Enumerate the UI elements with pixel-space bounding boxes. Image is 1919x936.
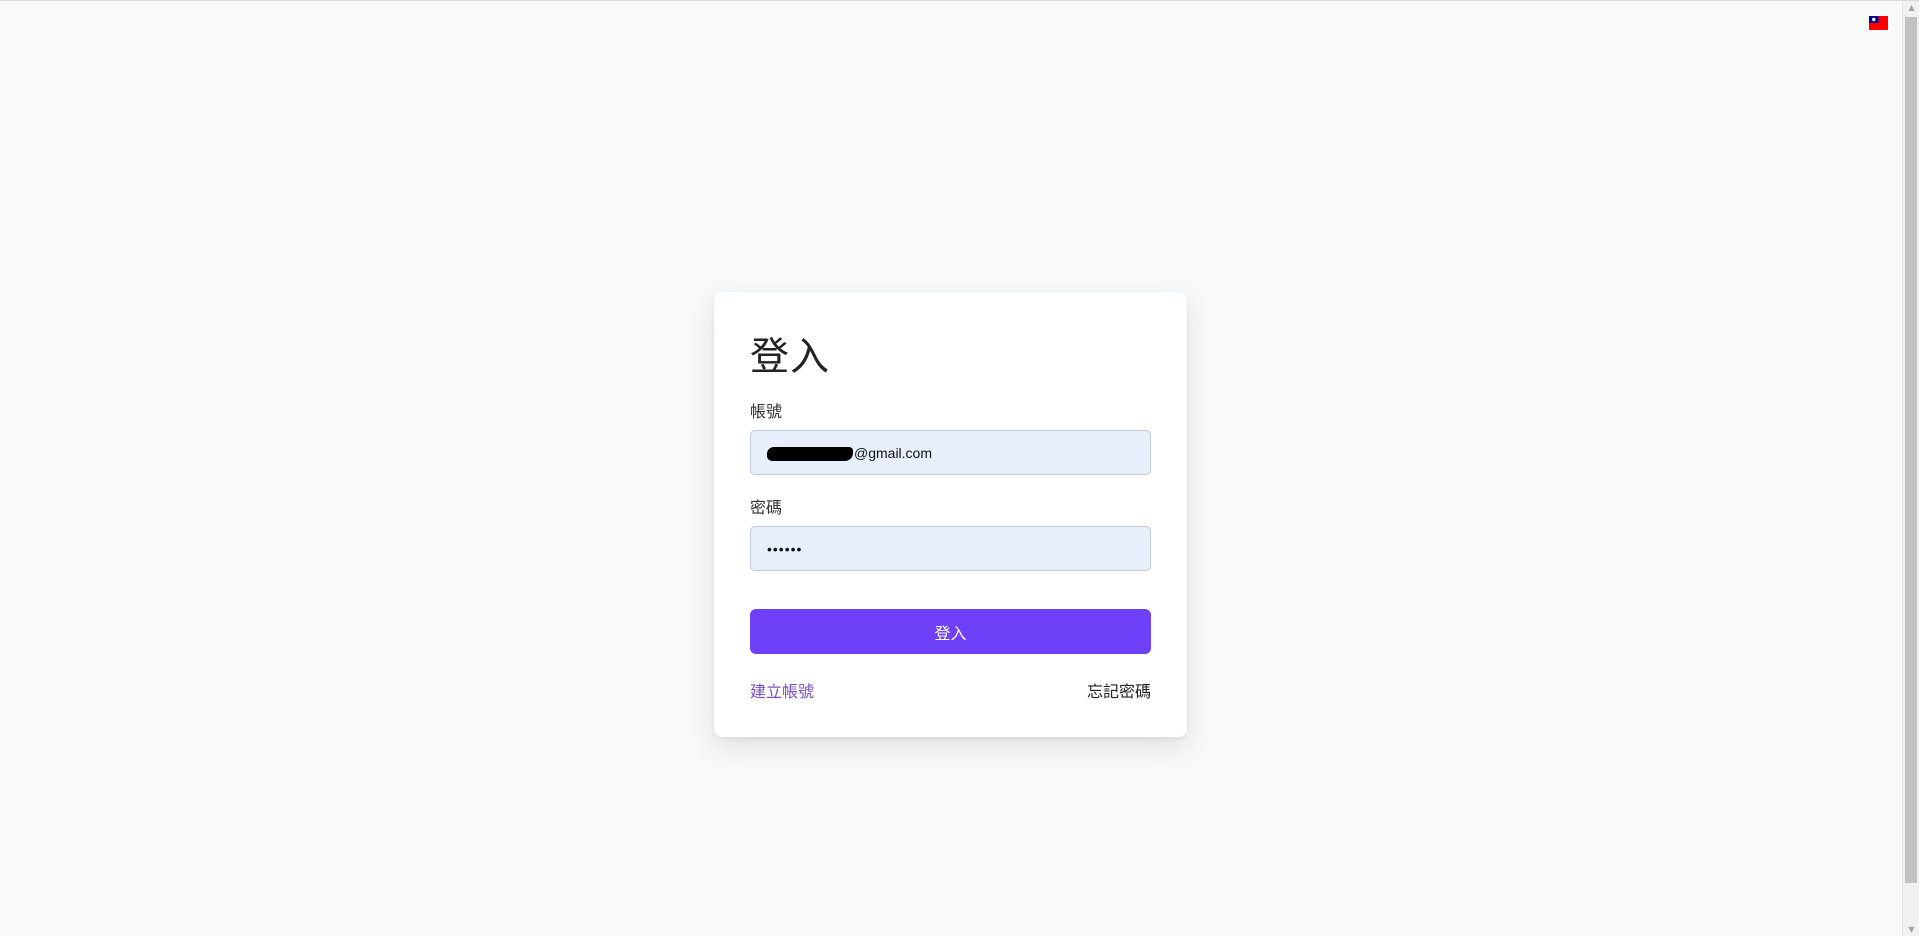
- password-label: 密碼: [750, 498, 783, 517]
- password-input-value: ••••••: [767, 540, 803, 557]
- login-page: 登入 帳號 @gmail.com 密碼 •••••• 登入 建立帳號 忘記密碼 …: [0, 0, 1919, 936]
- vertical-scrollbar[interactable]: ▲ ▼: [1902, 1, 1919, 936]
- account-label: 帳號: [750, 402, 783, 421]
- login-card: 登入 帳號 @gmail.com 密碼 •••••• 登入 建立帳號 忘記密碼: [714, 292, 1187, 737]
- forgot-password-link[interactable]: 忘記密碼: [1087, 678, 1151, 702]
- account-input-value: @gmail.com: [854, 444, 933, 461]
- language-flag-button[interactable]: [1869, 16, 1888, 30]
- login-button[interactable]: 登入: [750, 609, 1151, 654]
- scrollbar-thumb[interactable]: [1905, 17, 1917, 883]
- taiwan-flag-icon: [1869, 16, 1888, 30]
- scroll-up-arrow-icon[interactable]: ▲: [1903, 1, 1919, 15]
- scroll-down-arrow-icon[interactable]: ▼: [1903, 923, 1919, 936]
- account-input[interactable]: @gmail.com: [750, 430, 1151, 475]
- redacted-text: [767, 446, 853, 461]
- password-input[interactable]: ••••••: [750, 526, 1151, 571]
- create-account-link[interactable]: 建立帳號: [750, 678, 814, 702]
- page-title: 登入: [750, 335, 831, 380]
